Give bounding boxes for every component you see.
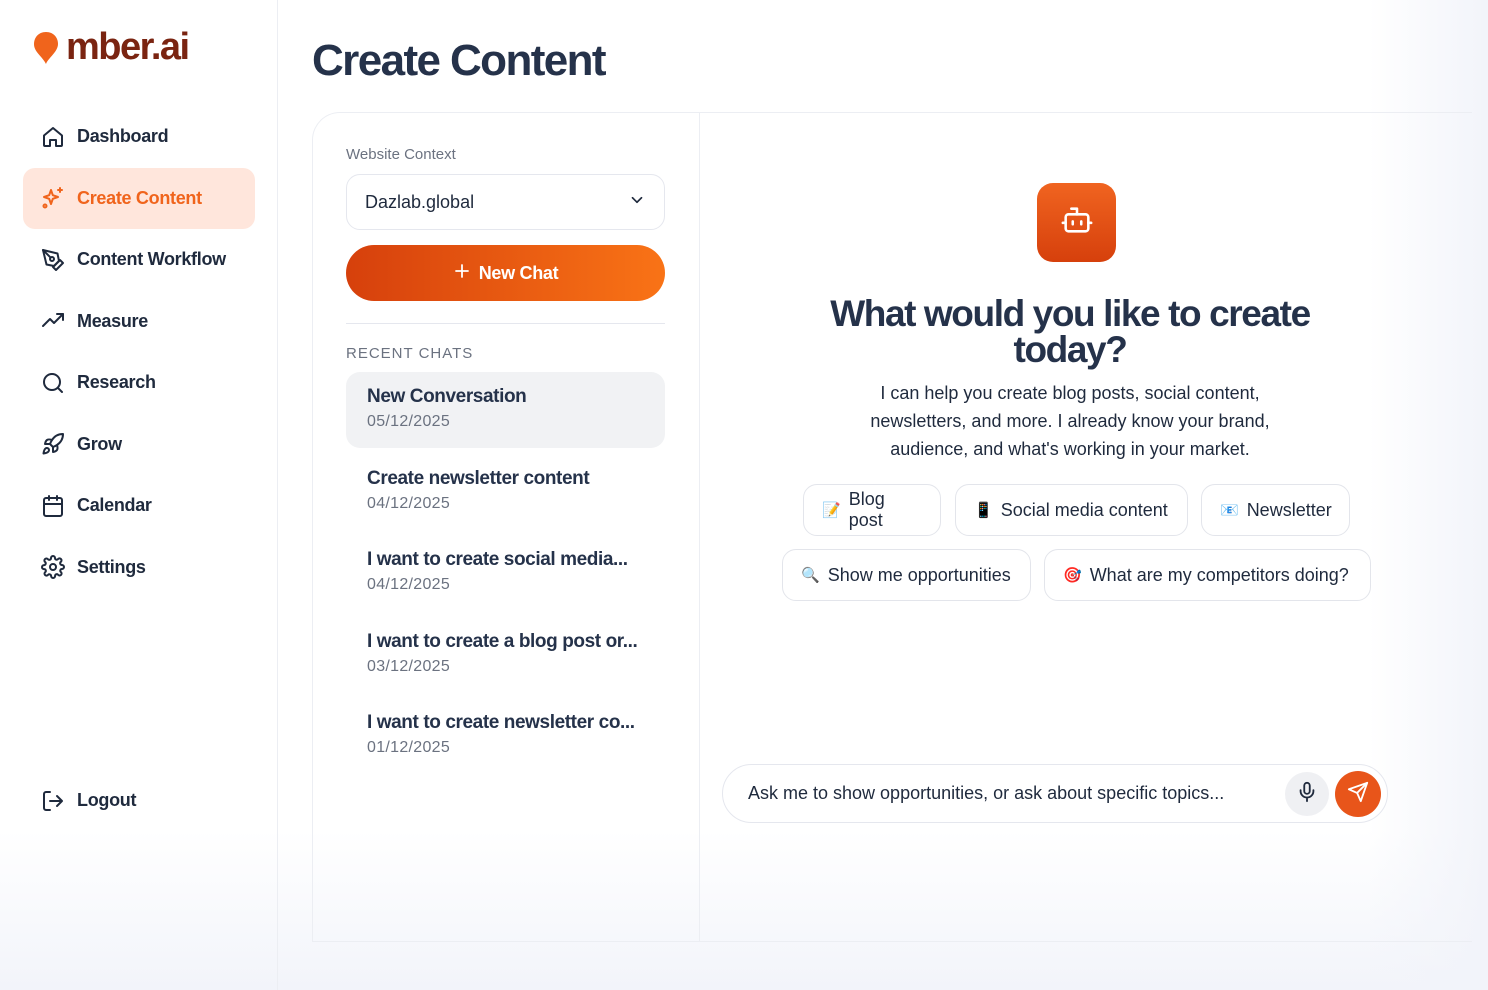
microphone-icon [1296,781,1318,808]
chat-title: New Conversation [367,386,527,407]
website-context-select[interactable]: Dazlab.global [346,174,665,230]
sidebar-item-calendar[interactable]: Calendar [23,475,255,537]
send-button[interactable] [1335,771,1381,817]
suggestion-opportunities[interactable]: 🔍 Show me opportunities [782,549,1031,601]
logout-label: Logout [77,790,137,811]
logout-section: Logout [23,770,255,832]
chat-title: Create newsletter content [367,467,590,489]
sidebar-item-research[interactable]: Research [23,352,255,414]
logout-button[interactable]: Logout [23,770,255,832]
gear-icon [41,555,65,580]
bot-icon [1060,203,1094,242]
sidebar-item-label: Settings [77,556,146,577]
chat-history-panel: Website Context Dazlab.global New Chat R… [312,112,700,942]
message-input[interactable] [748,783,1268,804]
recent-chats-list: New Conversation 05/12/2025 Create newsl… [346,372,665,780]
pen-tool-icon [41,248,65,272]
plus-icon [453,262,471,285]
target-icon: 🎯 [1063,567,1082,584]
website-context-label: Website Context [346,146,456,163]
sidebar-item-content-workflow[interactable]: Content Workflow [23,229,255,291]
website-context-value: Dazlab.global [365,191,475,212]
assistant-description: I can help you create blog posts, social… [870,383,1270,459]
suggestion-competitors[interactable]: 🎯 What are my competitors doing? [1044,549,1371,601]
sidebar-item-label: Grow [77,433,122,454]
page-title: Create Content [312,36,607,85]
sidebar-item-measure[interactable]: Measure [23,291,255,353]
divider [346,323,665,324]
sidebar-item-dashboard[interactable]: Dashboard [23,106,255,168]
sidebar-item-create-content[interactable]: Create Content [23,167,255,229]
new-chat-label: New Chat [478,262,559,283]
suggestion-newsletter[interactable]: 📧 Newsletter [1201,484,1350,536]
suggestion-label: Show me opportunities [827,564,1011,585]
trending-up-icon [41,309,65,333]
suggestion-label: What are my competitors doing? [1089,564,1349,585]
chat-date: 04/12/2025 [367,576,451,593]
send-icon [1347,781,1369,808]
suggestion-blog-post[interactable]: 📝 Blog post [803,484,941,536]
rocket-icon [41,432,65,456]
memo-icon: 📝 [822,502,841,519]
message-composer [722,764,1388,823]
sidebar-item-label: Calendar [77,495,152,516]
chat-date: 01/12/2025 [367,739,451,756]
suggestion-label: Blog post [848,489,885,530]
chat-item[interactable]: I want to create newsletter co... 01/12/… [346,698,665,774]
suggestion-social-media[interactable]: 📱 Social media content [955,484,1188,536]
search-icon [41,371,65,395]
calendar-icon [41,494,65,518]
chat-date: 04/12/2025 [367,494,451,512]
sidebar-item-settings[interactable]: Settings [23,537,255,599]
envelope-icon: 📧 [1220,502,1239,519]
assistant-avatar [1037,183,1116,262]
chat-item[interactable]: Create newsletter content 04/12/2025 [346,454,665,530]
logout-icon [41,789,65,813]
sidebar-item-label: Measure [77,310,148,331]
chat-item[interactable]: I want to create a blog post or... 03/12… [346,617,665,693]
sidebar-item-grow[interactable]: Grow [23,414,255,476]
magnifier-icon: 🔍 [801,567,820,584]
sidebar-item-label: Create Content [77,187,202,208]
app-logo[interactable]: mber.ai [32,26,190,69]
voice-input-button[interactable] [1285,772,1329,816]
chat-title: I want to create social media... [367,549,628,570]
sidebar-item-label: Dashboard [77,126,169,147]
chat-date: 03/12/2025 [367,657,451,675]
chevron-down-icon [628,191,646,214]
assistant-heading: What would you like to create today? [830,293,1311,370]
phone-icon: 📱 [974,502,993,519]
sparkles-icon [41,186,65,210]
home-icon [41,125,65,149]
sidebar-item-label: Research [77,372,156,393]
logo-pin-icon [32,29,62,67]
chat-title: I want to create newsletter co... [367,712,635,733]
sidebar: mber.ai Dashboard Create Content Content… [0,0,278,990]
chat-date: 05/12/2025 [367,413,451,430]
new-chat-button[interactable]: New Chat [346,245,665,301]
main-nav: Dashboard Create Content Content Workflo… [23,106,255,598]
chat-title: I want to create a blog post or... [367,630,638,652]
chat-item[interactable]: I want to create social media... 04/12/2… [346,535,665,611]
chat-item[interactable]: New Conversation 05/12/2025 [346,372,665,448]
logo-text: mber.ai [66,26,190,68]
sidebar-item-label: Content Workflow [77,249,226,270]
suggestion-label: Newsletter [1246,499,1332,520]
recent-chats-heading: RECENT CHATS [346,345,474,362]
suggestion-label: Social media content [1000,499,1168,520]
